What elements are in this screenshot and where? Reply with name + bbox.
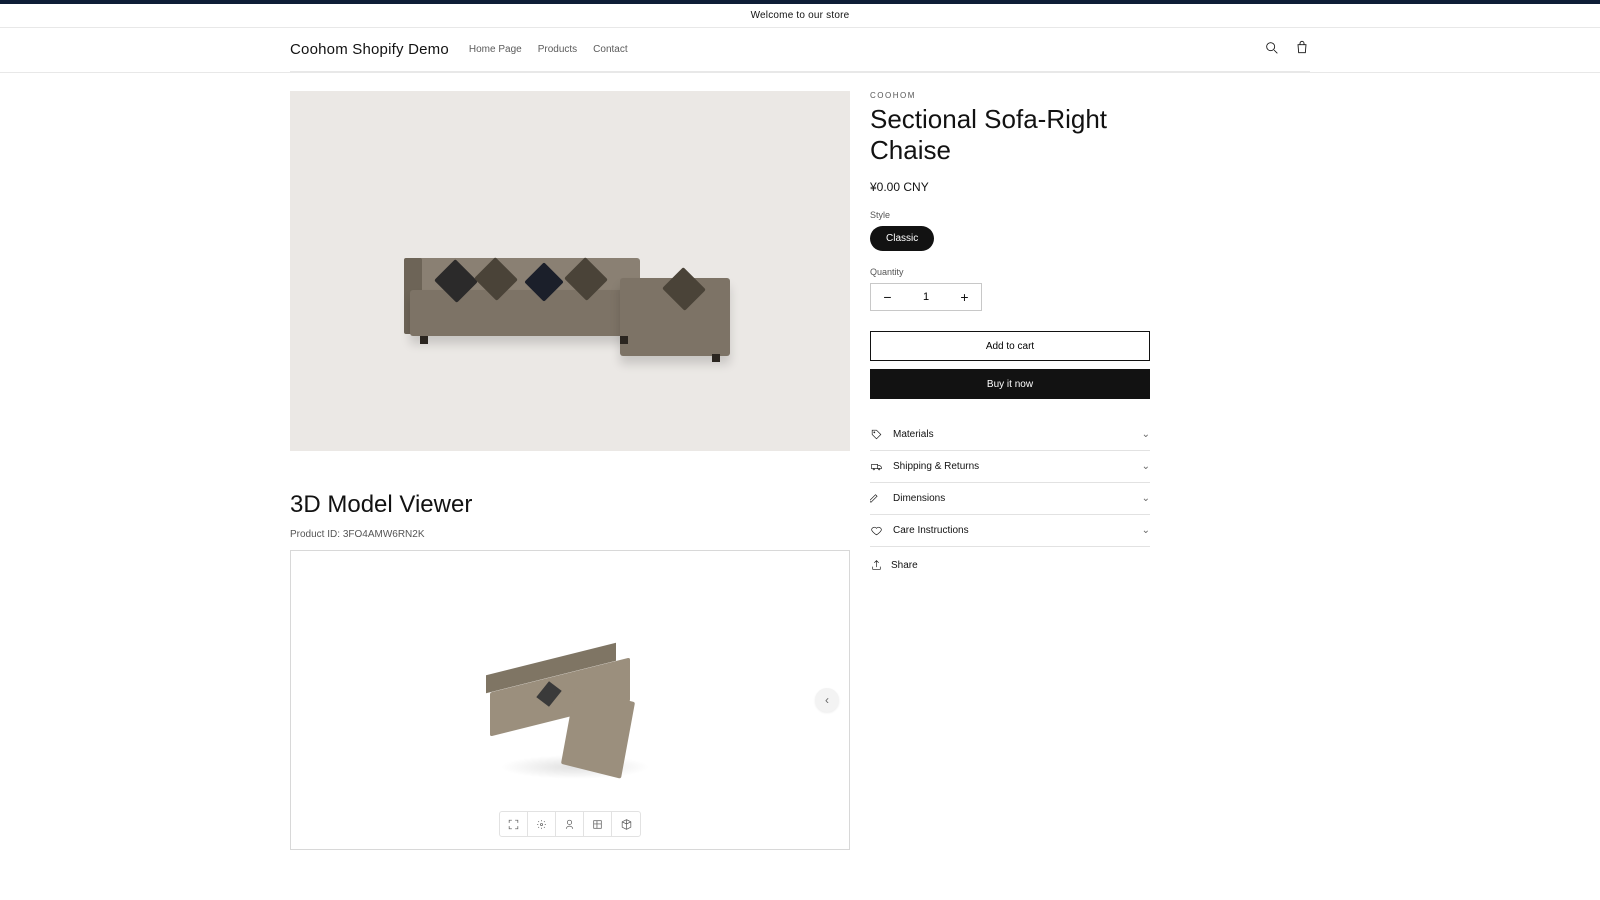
viewer-fullscreen-button[interactable] <box>500 812 528 836</box>
product-price: ¥0.00 CNY <box>870 180 1170 194</box>
accordion-shipping[interactable]: Shipping & Returns ⌄ <box>870 451 1150 483</box>
tag-icon <box>870 428 883 441</box>
product-accordion: Materials ⌄ Shipping & Returns ⌄ Dimensi… <box>870 419 1150 547</box>
product-id-value: 3FO4AMW6RN2K <box>343 529 425 540</box>
add-to-cart-button[interactable]: Add to cart <box>870 331 1150 361</box>
viewer-measure-button[interactable] <box>556 812 584 836</box>
store-logo[interactable]: Coohom Shopify Demo <box>290 41 449 58</box>
cart-icon[interactable] <box>1294 40 1310 59</box>
nav-home[interactable]: Home Page <box>469 44 522 55</box>
share-icon <box>870 559 883 572</box>
viewer-ar-button[interactable] <box>612 812 640 836</box>
3d-model-viewer[interactable]: ‹ <box>290 550 850 850</box>
chevron-down-icon: ⌄ <box>1142 429 1150 440</box>
product-vendor: COOHOM <box>870 91 1170 100</box>
chevron-down-icon: ⌄ <box>1142 525 1150 536</box>
product-id-label: Product ID: <box>290 529 340 540</box>
accordion-shipping-label: Shipping & Returns <box>893 461 979 472</box>
main-nav: Home Page Products Contact <box>469 44 628 55</box>
truck-icon <box>870 460 883 473</box>
ruler-icon <box>870 492 883 505</box>
heart-icon <box>870 524 883 537</box>
chevron-left-icon: ‹ <box>825 693 829 707</box>
3d-viewer-heading: 3D Model Viewer <box>290 491 850 519</box>
share-label: Share <box>891 560 918 571</box>
viewer-material-button[interactable] <box>584 812 612 836</box>
quantity-decrease-button[interactable]: − <box>871 284 904 310</box>
quantity-stepper: − + <box>870 283 982 311</box>
quantity-label: Quantity <box>870 267 1170 277</box>
accordion-dimensions[interactable]: Dimensions ⌄ <box>870 483 1150 515</box>
site-header: Coohom Shopify Demo Home Page Products C… <box>290 28 1310 72</box>
accordion-materials-label: Materials <box>893 429 934 440</box>
product-title: Sectional Sofa-Right Chaise <box>870 104 1170 166</box>
nav-contact[interactable]: Contact <box>593 44 627 55</box>
viewer-rotate-button[interactable] <box>528 812 556 836</box>
nav-products[interactable]: Products <box>538 44 577 55</box>
announcement-bar: Welcome to our store <box>0 4 1600 28</box>
quantity-input[interactable] <box>904 284 948 310</box>
quantity-increase-button[interactable]: + <box>948 284 981 310</box>
viewer-toolbar <box>499 811 641 837</box>
accordion-dimensions-label: Dimensions <box>893 493 945 504</box>
style-option-classic[interactable]: Classic <box>870 226 934 251</box>
accordion-materials[interactable]: Materials ⌄ <box>870 419 1150 451</box>
product-id-line: Product ID: 3FO4AMW6RN2K <box>290 529 850 540</box>
chevron-down-icon: ⌄ <box>1142 461 1150 472</box>
accordion-care[interactable]: Care Instructions ⌄ <box>870 515 1150 547</box>
accordion-care-label: Care Instructions <box>893 525 969 536</box>
search-icon[interactable] <box>1264 40 1280 59</box>
share-button[interactable]: Share <box>870 559 1170 572</box>
viewer-collapse-button[interactable]: ‹ <box>815 688 839 712</box>
chevron-down-icon: ⌄ <box>1142 493 1150 504</box>
buy-now-button[interactable]: Buy it now <box>870 369 1150 399</box>
style-option-label: Style <box>870 210 1170 220</box>
product-main-image <box>290 91 850 451</box>
